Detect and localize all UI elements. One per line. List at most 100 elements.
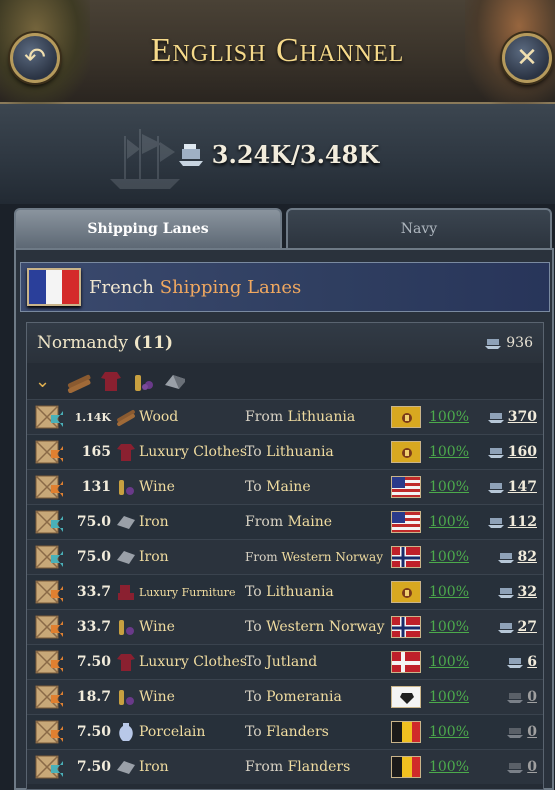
trade-partner[interactable]: Maine [288, 514, 332, 530]
goods-name: Porcelain [139, 724, 206, 740]
convoy-icon [487, 448, 504, 458]
route-convoys-value: 160 [507, 444, 537, 460]
trade-route-row[interactable]: 1.14K Wood From Lithuania 100% 370 [27, 399, 543, 434]
direction-word: To [245, 724, 262, 740]
trade-route-row[interactable]: 75.0 Iron From Western Norway 100% 82 [27, 539, 543, 574]
route-efficiency[interactable]: 100% [421, 654, 477, 670]
goods-name: Wine [139, 619, 175, 635]
route-convoys[interactable]: 0 [477, 689, 543, 705]
route-convoys[interactable]: 160 [477, 444, 543, 460]
trade-quantity: 18.7 [76, 689, 111, 705]
convoy-icon [497, 553, 514, 563]
route-efficiency[interactable]: 100% [421, 479, 477, 495]
trade-route-row[interactable]: 7.50 Porcelain To Flanders 100% 0 [27, 714, 543, 749]
trade-route-row[interactable]: 131 Wine To Maine 100% 147 [27, 469, 543, 504]
norway-flag-icon[interactable] [391, 616, 421, 638]
lanes-title: French Shipping Lanes [89, 277, 301, 298]
trade-partner[interactable]: Lithuania [288, 409, 356, 425]
lithuania-flag-icon[interactable] [391, 406, 421, 428]
tab-navy[interactable]: Navy [286, 208, 552, 248]
trade-route-row[interactable]: 18.7 Wine To Pomerania 100% 0 [27, 679, 543, 714]
region-title: Normandy [37, 333, 128, 353]
country-lanes-header: French Shipping Lanes [20, 262, 550, 312]
trade-quantity: 131 [81, 479, 111, 495]
trade-quantity: 1.14K [74, 410, 111, 424]
route-efficiency[interactable]: 100% [421, 759, 477, 775]
trade-partner[interactable]: Maine [266, 479, 310, 495]
import-crate-icon [35, 545, 63, 569]
chevron-down-icon[interactable]: ⌄ [35, 371, 61, 392]
trade-direction: To Flanders [245, 724, 391, 740]
trade-partner[interactable]: Jutland [266, 654, 317, 670]
direction-word: To [245, 444, 262, 460]
lanes-label: Shipping Lanes [159, 276, 302, 298]
back-button[interactable]: ↶ [10, 33, 60, 83]
route-convoys[interactable]: 32 [477, 584, 543, 600]
lithuania-flag-icon[interactable] [391, 441, 421, 463]
region-header[interactable]: Normandy (11) 936 [27, 323, 543, 363]
tab-bar: Shipping Lanes Navy [14, 208, 554, 248]
iron-icon [115, 756, 137, 778]
trade-direction: To Jutland [245, 654, 391, 670]
route-convoys-value: 370 [507, 409, 537, 425]
route-efficiency[interactable]: 100% [421, 549, 477, 565]
trade-route-row[interactable]: 33.7 Wine To Western Norway 100% 27 [27, 609, 543, 644]
lanes-country: French [89, 276, 155, 298]
usa-flag-icon[interactable] [391, 511, 421, 533]
trade-partner[interactable]: Flanders [266, 724, 329, 740]
denmark-flag-icon[interactable] [391, 651, 421, 673]
trade-partner[interactable]: Pomerania [266, 689, 342, 705]
route-efficiency[interactable]: 100% [421, 689, 477, 705]
usa-flag-icon[interactable] [391, 476, 421, 498]
trade-partner[interactable]: Lithuania [266, 584, 334, 600]
route-efficiency[interactable]: 100% [421, 724, 477, 740]
route-convoys[interactable]: 0 [477, 724, 543, 740]
trade-route-row[interactable]: 75.0 Iron From Maine 100% 112 [27, 504, 543, 539]
direction-word: To [245, 584, 262, 600]
iron-icon [115, 511, 137, 533]
wine-icon[interactable] [129, 369, 157, 393]
route-efficiency[interactable]: 100% [421, 444, 477, 460]
route-convoys-value: 0 [527, 724, 537, 740]
luxury-clothes-icon[interactable] [97, 369, 125, 393]
goods-name: Wood [139, 409, 179, 425]
route-convoys[interactable]: 82 [477, 549, 543, 565]
trade-partner[interactable]: Flanders [288, 759, 351, 775]
route-convoys[interactable]: 0 [477, 759, 543, 775]
tab-shipping-lanes[interactable]: Shipping Lanes [14, 208, 282, 248]
belgium-flag-icon[interactable] [391, 721, 421, 743]
page-title: English Channel [150, 32, 405, 69]
route-efficiency[interactable]: 100% [421, 409, 477, 425]
trade-direction: To Pomerania [245, 689, 391, 705]
route-efficiency[interactable]: 100% [421, 584, 477, 600]
prussia-flag-icon[interactable] [391, 686, 421, 708]
goods-name: Luxury Furniture [139, 585, 236, 599]
route-convoys[interactable]: 27 [477, 619, 543, 635]
norway-flag-icon[interactable] [391, 546, 421, 568]
trade-direction: To Lithuania [245, 444, 391, 460]
trade-quantity: 7.50 [76, 759, 111, 775]
route-convoys[interactable]: 6 [477, 654, 543, 670]
route-convoys[interactable]: 370 [477, 409, 543, 425]
convoy-icon [487, 483, 504, 493]
convoy-capacity: 3.24K/3.48K [0, 140, 555, 169]
trade-route-row[interactable]: 7.50 Luxury Clothes To Jutland 100% 6 [27, 644, 543, 679]
belgium-flag-icon[interactable] [391, 756, 421, 778]
route-convoys-value: 27 [517, 619, 537, 635]
iron-icon[interactable] [161, 369, 189, 393]
trade-route-row[interactable]: 33.7 Luxury Furniture To Lithuania 100% 32 [27, 574, 543, 609]
route-efficiency[interactable]: 100% [421, 619, 477, 635]
trade-quantity: 7.50 [76, 654, 111, 670]
close-button[interactable]: ✕ [502, 33, 552, 83]
trade-route-row[interactable]: 7.50 Iron From Flanders 100% 0 [27, 749, 543, 784]
wood-icon[interactable] [65, 369, 93, 393]
trade-partner[interactable]: Western Norway [282, 550, 383, 564]
trade-partner[interactable]: Western Norway [266, 619, 384, 635]
hero-banner: 3.24K/3.48K [0, 104, 555, 204]
trade-route-row[interactable]: 165 Luxury Clothes To Lithuania 100% 160 [27, 434, 543, 469]
lithuania-flag-icon[interactable] [391, 581, 421, 603]
trade-partner[interactable]: Lithuania [266, 444, 334, 460]
route-convoys[interactable]: 147 [477, 479, 543, 495]
route-efficiency[interactable]: 100% [421, 514, 477, 530]
route-convoys[interactable]: 112 [477, 514, 543, 530]
